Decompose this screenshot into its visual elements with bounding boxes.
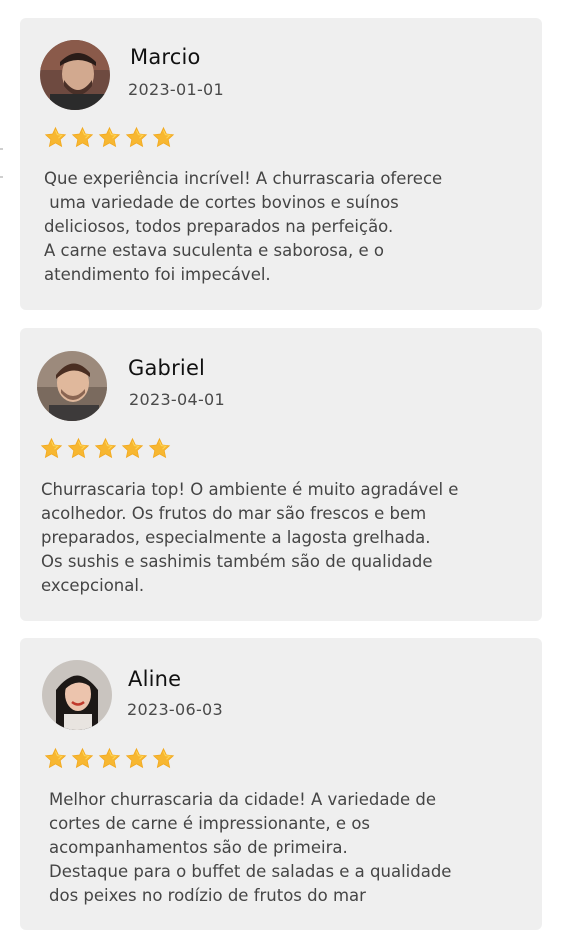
review-text-line: preparados, especialmente a lagosta grel… bbox=[41, 528, 431, 547]
review-text-line: atendimento foi impecável. bbox=[44, 265, 271, 284]
star-icon bbox=[44, 747, 67, 769]
avatar bbox=[40, 40, 110, 110]
review-text: Churrascaria top! O ambiente é muito agr… bbox=[41, 478, 521, 598]
star-icon bbox=[121, 437, 144, 459]
star-icon bbox=[148, 437, 171, 459]
reviewer-name: Aline bbox=[128, 667, 182, 691]
star-icon bbox=[98, 126, 121, 148]
star-icon bbox=[71, 126, 94, 148]
star-rating bbox=[40, 437, 171, 460]
review-text-line: Que experiência incrível! A churrascaria… bbox=[44, 169, 443, 188]
review-card: Marcio 2023-01-01 Que experiência incrív… bbox=[20, 18, 542, 310]
review-date: 2023-01-01 bbox=[128, 80, 224, 99]
review-text-line: uma variedade de cortes bovinos e suínos bbox=[44, 193, 399, 212]
star-icon bbox=[67, 437, 90, 459]
review-text-line: Churrascaria top! O ambiente é muito agr… bbox=[41, 480, 459, 499]
review-text-line: Destaque para o buffet de saladas e a qu… bbox=[49, 862, 452, 881]
reviewer-name: Marcio bbox=[130, 45, 201, 69]
reviewer-name: Gabriel bbox=[128, 356, 206, 380]
left-edge-marks bbox=[0, 146, 3, 186]
review-text: Que experiência incrível! A churrascaria… bbox=[44, 167, 524, 287]
review-card: Aline 2023-06-03 Melhor churrascaria da … bbox=[20, 638, 542, 930]
review-card: Gabriel 2023-04-01 Churrascaria top! O a… bbox=[20, 328, 542, 621]
review-text-line: dos peixes no rodízio de frutos do mar bbox=[49, 886, 366, 905]
star-icon bbox=[71, 747, 94, 769]
star-icon bbox=[44, 126, 67, 148]
review-text-line: deliciosos, todos preparados na perfeiçã… bbox=[44, 217, 394, 236]
review-text-line: excepcional. bbox=[41, 576, 145, 595]
review-text-line: acolhedor. Os frutos do mar são frescos … bbox=[41, 504, 427, 523]
star-icon bbox=[125, 126, 148, 148]
star-icon bbox=[94, 437, 117, 459]
review-date: 2023-06-03 bbox=[127, 700, 223, 719]
review-text-line: A carne estava suculenta e saborosa, e o bbox=[44, 241, 384, 260]
avatar bbox=[37, 351, 107, 421]
star-icon bbox=[125, 747, 148, 769]
avatar bbox=[42, 660, 112, 730]
review-text: Melhor churrascaria da cidade! A varieda… bbox=[49, 788, 529, 908]
review-text-line: cortes de carne é impressionante, e os bbox=[49, 814, 371, 833]
star-icon bbox=[152, 126, 175, 148]
review-text-line: acompanhamentos são de primeira. bbox=[49, 838, 348, 857]
review-text-line: Melhor churrascaria da cidade! A varieda… bbox=[49, 790, 436, 809]
star-icon bbox=[152, 747, 175, 769]
star-rating bbox=[44, 747, 175, 770]
review-text-line: Os sushis e sashimis também são de quali… bbox=[41, 552, 433, 571]
review-date: 2023-04-01 bbox=[129, 390, 225, 409]
star-rating bbox=[44, 126, 175, 149]
star-icon bbox=[98, 747, 121, 769]
star-icon bbox=[40, 437, 63, 459]
